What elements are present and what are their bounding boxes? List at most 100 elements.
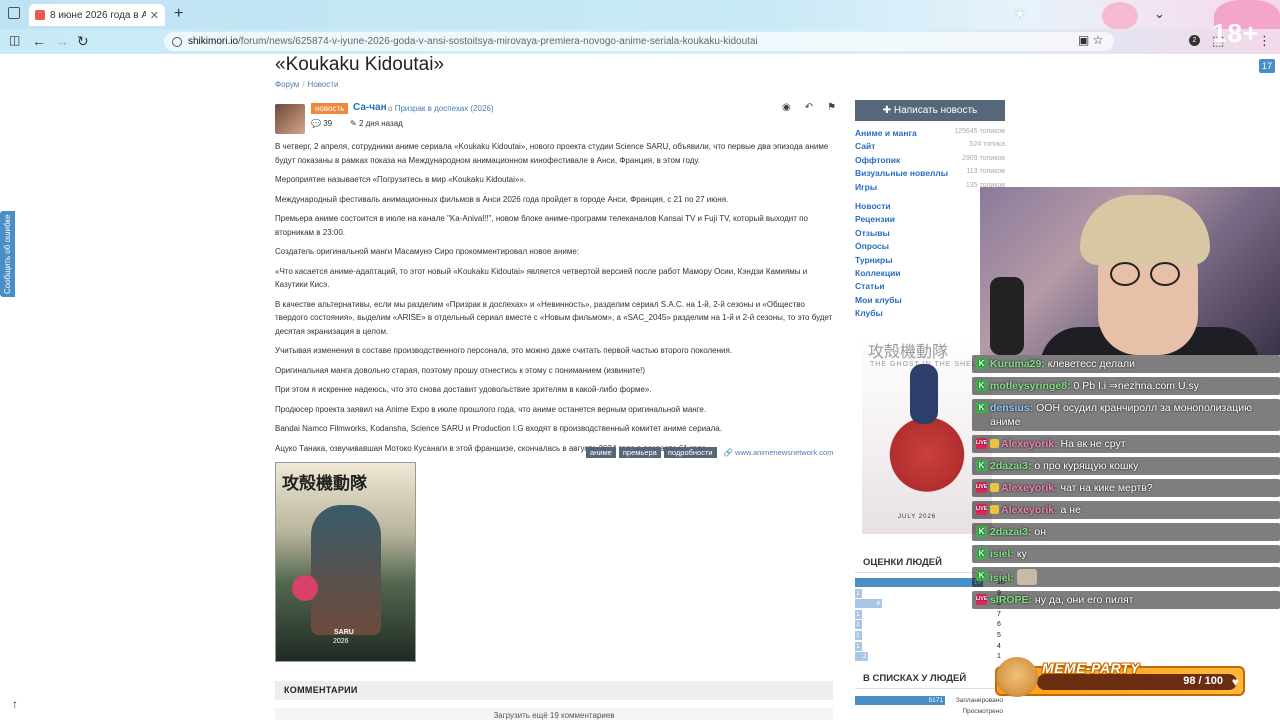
bookmark-star-icon[interactable]: ▣ ☆ [1078, 33, 1103, 47]
banner-rider [910, 364, 938, 424]
chat-text: клеветесс делали [1044, 358, 1135, 370]
chat-message: Kisiel: ку [972, 545, 1280, 563]
chat-message: LIVE Alexeyorik: а не [972, 501, 1280, 519]
browser-toolbar: ◫ ← → ↻ shikimori.io/forum/news/625874-v… [0, 29, 1280, 54]
load-more-comments-button[interactable]: Загрузить ещё 19 комментариев [275, 708, 833, 720]
comments-count[interactable]: 💬 39 [311, 119, 332, 128]
poster-title: 攻殻機動隊 [282, 474, 367, 494]
paragraph: При этом я искренне надеюсь, что это сно… [275, 385, 652, 394]
category-offtopic[interactable]: Оффтопик 2909 топиков [855, 155, 1005, 168]
list-bar: 5171 [855, 696, 945, 705]
write-news-button[interactable]: ✚ Написать новость [855, 100, 1005, 121]
sidebar-toggle-icon[interactable]: ◫ [9, 33, 20, 47]
rating-score: 1 [997, 653, 1001, 661]
rating-row: 21 [855, 652, 1005, 662]
rating-bar: 1 [855, 641, 862, 651]
category-count: 125645 топиков [954, 128, 1005, 135]
link-clubs[interactable]: Клубы [855, 308, 902, 321]
category-visual-novels[interactable]: Визуальные новеллы 113 топиков [855, 168, 1005, 181]
tab-overview-icon[interactable] [8, 7, 20, 19]
chat-text: он [1031, 526, 1046, 538]
chat-text: На вк не срут [1057, 438, 1126, 450]
pin-icon: ✎ [350, 119, 357, 128]
link-collections[interactable]: Коллекции [855, 268, 902, 281]
forward-arrow-icon[interactable]: → [55, 33, 69, 49]
close-tab-icon[interactable]: ✕ [150, 9, 159, 22]
browser-menu-icon[interactable]: ⋮ [1258, 33, 1271, 49]
paragraph: Продюсер проекта заявил на Anime Expo в … [275, 404, 707, 414]
platform-badge-icon: LIVE [976, 482, 987, 493]
paragraph: Мероприятие называется «Погрузитесь в ми… [275, 175, 527, 184]
browser-tab-title: 8 июне 2026 года в Анси сост [50, 9, 146, 21]
reply-icon[interactable]: ↶ [805, 102, 813, 113]
rating-bar: 4 [855, 599, 882, 609]
link-reviews[interactable]: Рецензии [855, 214, 902, 227]
reload-icon[interactable]: ↻ [77, 33, 89, 50]
notification-count-badge[interactable]: 17 [1259, 59, 1275, 73]
paragraph: В качестве альтернативы, если мы раздели… [275, 299, 833, 336]
list-row-planned: 5171 Запланировано [855, 696, 1005, 705]
paragraph: Создатель оригинальной манги Масамунэ Си… [275, 247, 580, 256]
anime-link[interactable]: Призрак в доспехах (2026) [395, 104, 494, 113]
platform-badge-icon: K [976, 570, 987, 581]
tag-premiere[interactable]: премьера [618, 447, 661, 458]
poster-image[interactable]: 攻殻機動隊 SARU 2026 [275, 462, 416, 662]
gift-icon [990, 439, 999, 448]
category-count: 2909 топиков [962, 154, 1005, 162]
paragraph: Учитывая изменения в составе производств… [275, 346, 733, 355]
cat-emote-image [1016, 569, 1037, 585]
category-site[interactable]: Сайт 524 топика [855, 141, 1005, 154]
poster-character [311, 505, 381, 635]
list-label: Просмотрено [962, 708, 1003, 715]
rating-bar: 1 [855, 620, 862, 630]
link-my-clubs[interactable]: Мои клубы [855, 295, 902, 308]
browser-tab[interactable]: 8 июне 2026 года в Анси сост ✕ [29, 4, 165, 26]
scroll-top-icon[interactable]: ↑ [12, 697, 18, 711]
comments-heading: КОММЕНТАРИИ [275, 681, 833, 700]
link-tournaments[interactable]: Турниры [855, 255, 902, 268]
platform-badge-icon: K [976, 526, 987, 537]
chat-nick: 2dazai3: [990, 526, 1032, 538]
poster-ball [292, 575, 318, 601]
rating-score: 6 [997, 621, 1001, 629]
paragraph: «Что касается аниме-адаптаций, то этот н… [275, 266, 808, 290]
platform-badge-icon: K [976, 548, 987, 559]
breadcrumb: Форум / Новости [275, 80, 339, 89]
chevron-down-icon[interactable]: ⌄ [1154, 6, 1165, 22]
rating-row: 15 [855, 631, 1005, 640]
meme-party-value: 98 / 100 [1183, 675, 1223, 687]
watch-icon[interactable]: ◉ [782, 102, 791, 113]
category-anime-manga[interactable]: Аниме и манга 125645 топиков [855, 128, 1005, 141]
platform-badge-icon: LIVE [976, 504, 987, 515]
paragraph: Оригинальная манга довольно старая, поэт… [275, 365, 646, 375]
chat-message: K 2dazai3: о про курящую кошку [972, 457, 1280, 475]
list-row-watched: Просмотрено [855, 707, 1005, 716]
lists-heading: В СПИСКАХ У ЛЮДЕЙ [855, 670, 1005, 689]
author-avatar[interactable] [275, 104, 305, 134]
report-flag-icon[interactable]: ⚑ [827, 102, 836, 113]
author-link[interactable]: Са-чан [353, 102, 387, 113]
rating-bar: 2 [855, 652, 869, 662]
breadcrumb-forum[interactable]: Форум [275, 80, 299, 89]
source-link[interactable]: 🔗 www.animenewsnetwork.com [724, 448, 834, 457]
new-tab-button[interactable]: + [174, 5, 183, 23]
streamer-webcam [980, 187, 1280, 355]
rating-row: 14 [855, 641, 1005, 651]
breadcrumb-news[interactable]: Новости [308, 80, 339, 89]
link-feedback[interactable]: Отзывы [855, 228, 902, 241]
site-info-icon[interactable] [172, 36, 182, 47]
gift-icon [990, 505, 999, 514]
report-error-tab[interactable]: Сообщить об ошибке [0, 211, 15, 297]
tag-anime[interactable]: аниме [586, 447, 616, 458]
kirby-decoration [1102, 2, 1138, 30]
address-bar[interactable]: shikimori.io/forum/news/625874-v-iyune-2… [164, 32, 1114, 51]
back-arrow-icon[interactable]: ← [32, 33, 46, 49]
category-name: Игры [855, 181, 878, 192]
profile-badge[interactable]: 2 [1189, 35, 1200, 46]
write-news-label: Написать новость [893, 105, 978, 116]
tag-details[interactable]: подробности [663, 447, 717, 458]
chat-message: Kdensius: ООН осудил кранчиролл за моноп… [972, 399, 1280, 431]
link-news[interactable]: Новости [855, 201, 902, 214]
link-polls[interactable]: Опросы [855, 241, 902, 254]
link-articles[interactable]: Статьи [855, 281, 902, 294]
